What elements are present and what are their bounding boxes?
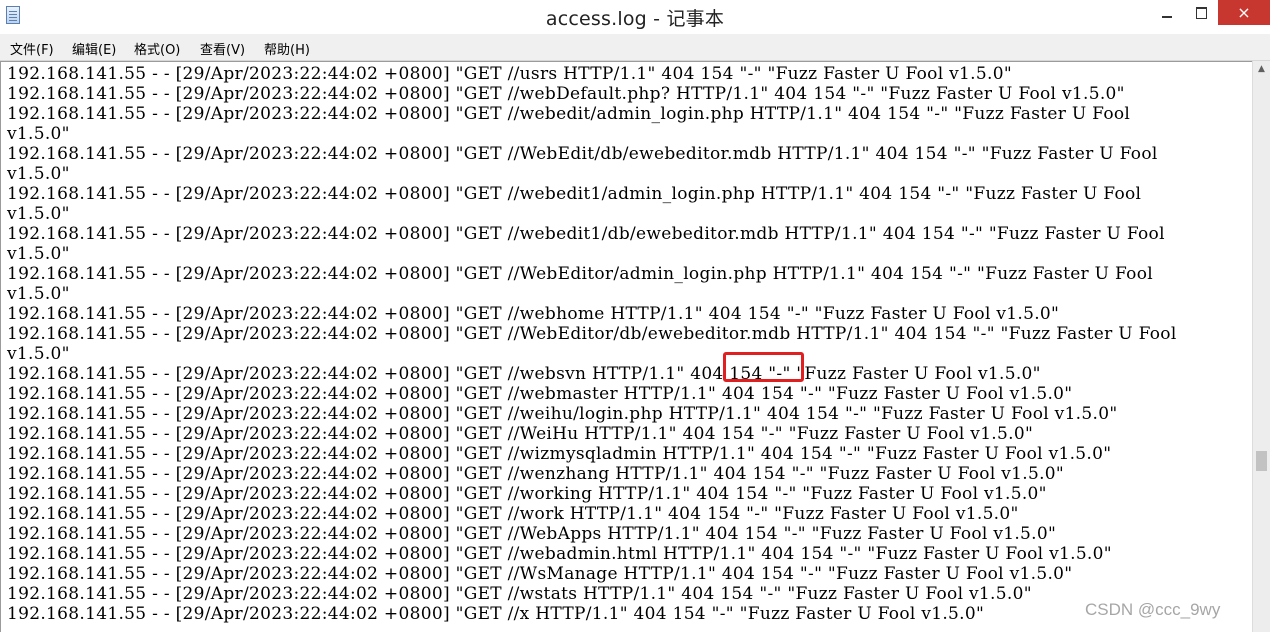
minimize-button[interactable]	[1150, 0, 1184, 25]
log-line: v1.5.0"	[7, 164, 70, 184]
log-line: 192.168.141.55 - - [29/Apr/2023:22:44:02…	[7, 84, 1125, 104]
log-line: 192.168.141.55 - - [29/Apr/2023:22:44:02…	[7, 384, 1073, 404]
log-line: 192.168.141.55 - - [29/Apr/2023:22:44:02…	[7, 404, 1118, 424]
log-line: v1.5.0"	[7, 124, 70, 144]
log-line: 192.168.141.55 - - [29/Apr/2023:22:44:02…	[7, 144, 1158, 164]
text-editor-area[interactable]: 192.168.141.55 - - [29/Apr/2023:22:44:02…	[0, 61, 1252, 632]
log-line: 192.168.141.55 - - [29/Apr/2023:22:44:02…	[7, 544, 1112, 564]
close-icon: ×	[1237, 3, 1251, 22]
log-content[interactable]: 192.168.141.55 - - [29/Apr/2023:22:44:02…	[7, 64, 1177, 624]
log-line: 192.168.141.55 - - [29/Apr/2023:22:44:02…	[7, 464, 1065, 484]
log-line: 192.168.141.55 - - [29/Apr/2023:22:44:02…	[7, 504, 1019, 524]
log-line: 192.168.141.55 - - [29/Apr/2023:22:44:02…	[7, 424, 1034, 444]
vertical-scrollbar[interactable]: ▲	[1252, 61, 1270, 632]
log-line: 192.168.141.55 - - [29/Apr/2023:22:44:02…	[7, 64, 1012, 84]
log-line: 192.168.141.55 - - [29/Apr/2023:22:44:02…	[7, 584, 1032, 604]
highlight-annotation-box	[723, 352, 804, 382]
menu-edit[interactable]: 编辑(E)	[72, 39, 116, 58]
close-button[interactable]: ×	[1218, 0, 1270, 25]
menu-format[interactable]: 格式(O)	[134, 39, 180, 58]
log-line: v1.5.0"	[7, 204, 70, 224]
title-bar: access.log - 记事本 ×	[0, 0, 1270, 33]
log-line: 192.168.141.55 - - [29/Apr/2023:22:44:02…	[7, 224, 1165, 244]
window-title: access.log - 记事本	[545, 8, 725, 30]
log-line: v1.5.0"	[7, 344, 70, 364]
log-line: 192.168.141.55 - - [29/Apr/2023:22:44:02…	[7, 304, 1060, 324]
log-line: 192.168.141.55 - - [29/Apr/2023:22:44:02…	[7, 524, 1057, 544]
log-line: v1.5.0"	[7, 284, 70, 304]
log-line: 192.168.141.55 - - [29/Apr/2023:22:44:02…	[7, 104, 1131, 124]
log-line: 192.168.141.55 - - [29/Apr/2023:22:44:02…	[7, 364, 1041, 384]
log-line: 192.168.141.55 - - [29/Apr/2023:22:44:02…	[7, 604, 985, 624]
log-line: 192.168.141.55 - - [29/Apr/2023:22:44:02…	[7, 324, 1177, 344]
log-line: 192.168.141.55 - - [29/Apr/2023:22:44:02…	[7, 184, 1142, 204]
log-line: 192.168.141.55 - - [29/Apr/2023:22:44:02…	[7, 564, 1073, 584]
scroll-thumb[interactable]	[1256, 451, 1267, 471]
watermark: CSDN @ccc_9wy	[1085, 600, 1221, 619]
menu-view[interactable]: 查看(V)	[200, 39, 245, 58]
menu-bar: 文件(F) 编辑(E) 格式(O) 查看(V) 帮助(H)	[0, 34, 1270, 61]
maximize-button[interactable]	[1184, 0, 1218, 25]
minimize-icon	[1162, 16, 1172, 18]
scroll-up-arrow-icon[interactable]: ▲	[1253, 61, 1270, 78]
log-line: 192.168.141.55 - - [29/Apr/2023:22:44:02…	[7, 264, 1153, 284]
maximize-icon	[1195, 7, 1207, 19]
menu-file[interactable]: 文件(F)	[10, 39, 54, 58]
log-line: v1.5.0"	[7, 244, 70, 264]
log-line: 192.168.141.55 - - [29/Apr/2023:22:44:02…	[7, 484, 1047, 504]
menu-help[interactable]: 帮助(H)	[264, 39, 310, 58]
log-line: 192.168.141.55 - - [29/Apr/2023:22:44:02…	[7, 444, 1112, 464]
